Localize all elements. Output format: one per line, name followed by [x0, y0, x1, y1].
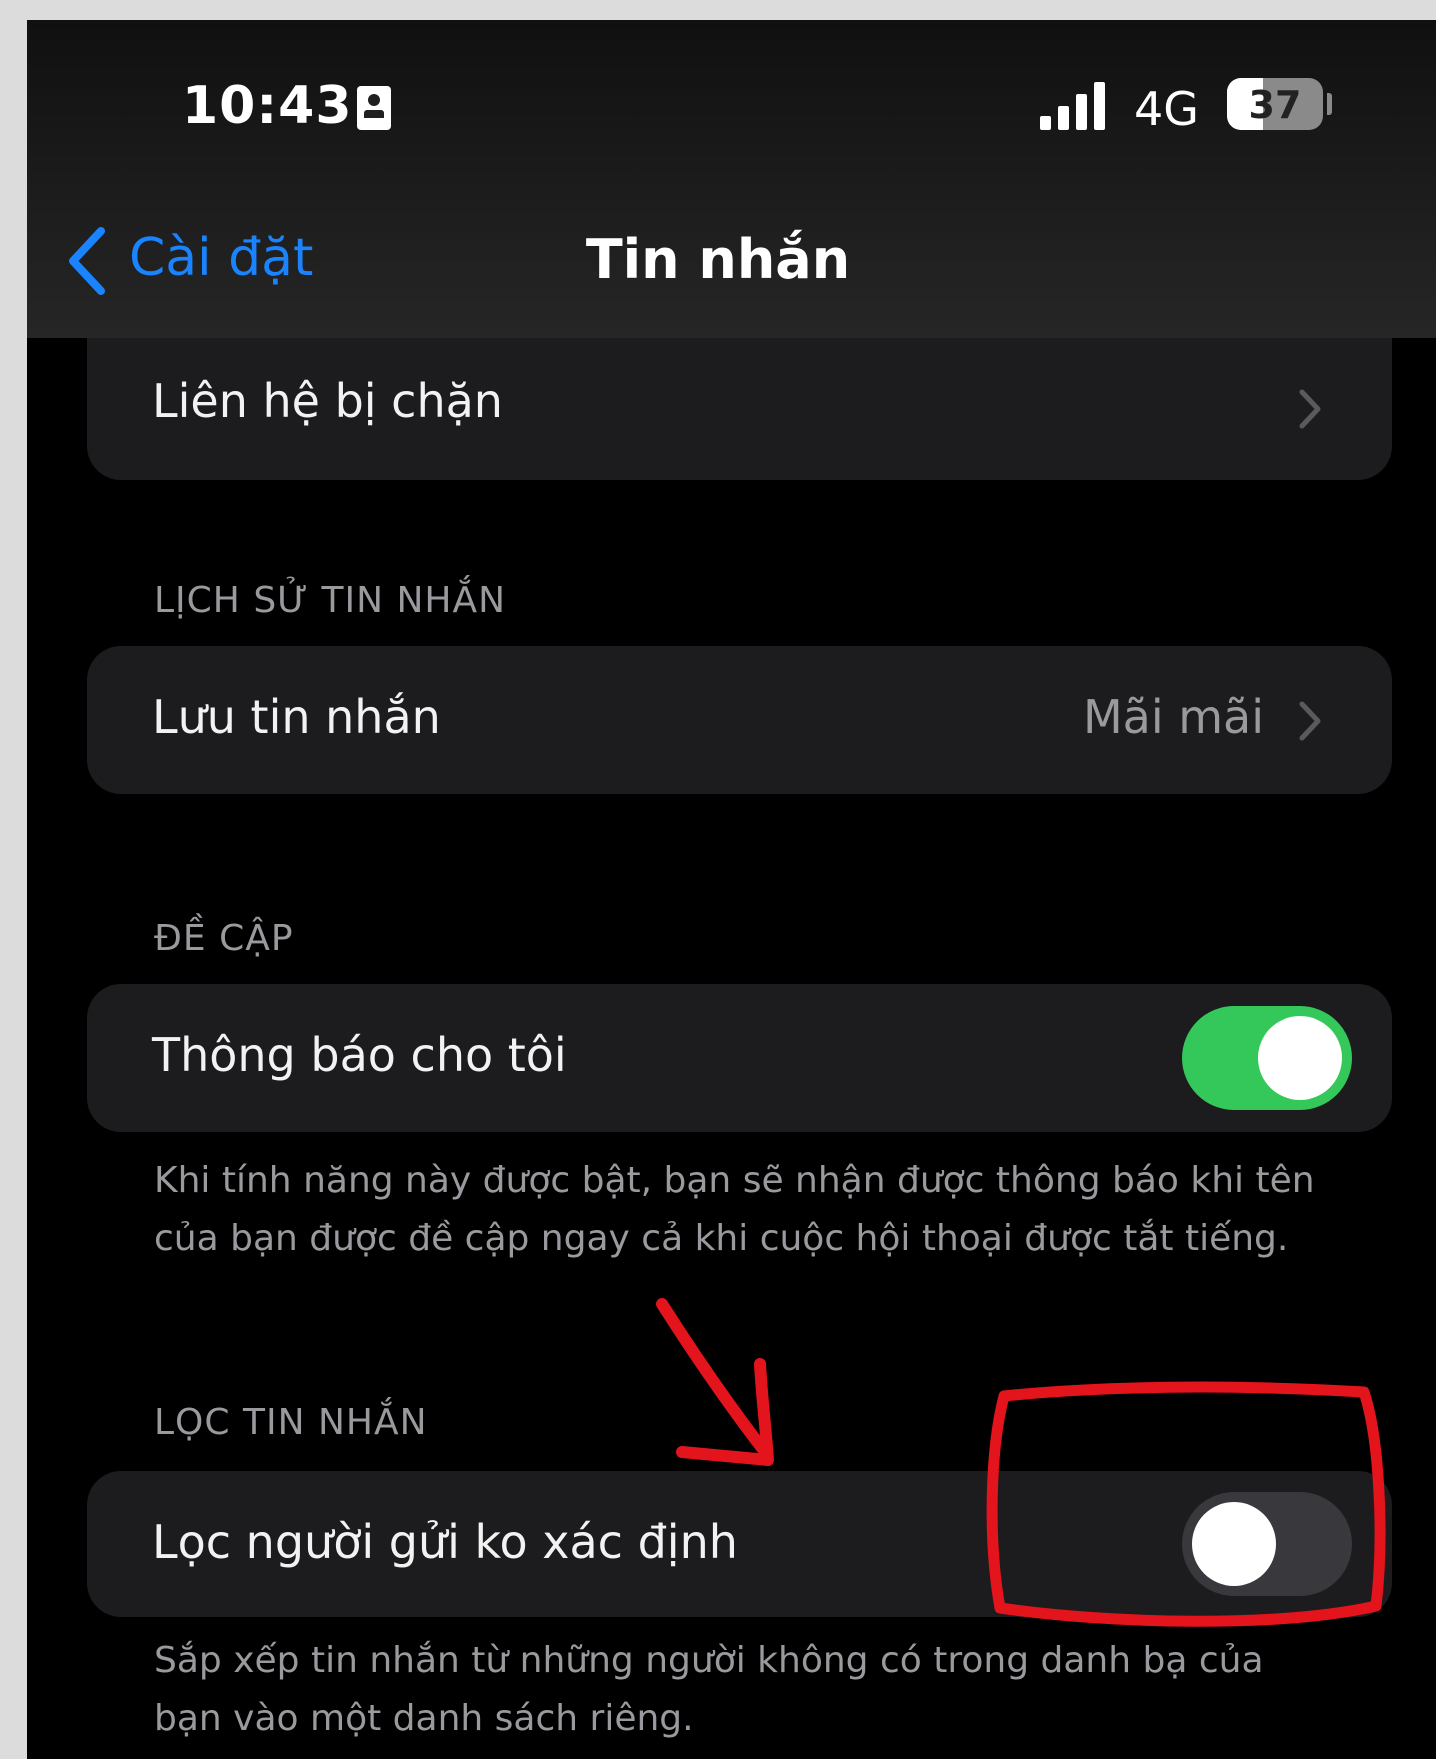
blocked-contacts-row[interactable]: Liên hệ bị chặn	[87, 338, 1392, 480]
keep-messages-value: Mãi mãi	[1082, 690, 1264, 744]
toggle-knob	[1258, 1016, 1342, 1100]
phone-screen: 10:43 4G 37 Tin nhắn Cài đặt Liên hệ bị …	[27, 20, 1436, 1759]
notify-me-label: Thông báo cho tôi	[152, 1028, 567, 1082]
keep-messages-label: Lưu tin nhắn	[152, 690, 441, 744]
keep-messages-row[interactable]: Lưu tin nhắn Mãi mãi	[87, 646, 1392, 794]
notify-me-row: Thông báo cho tôi	[87, 984, 1392, 1132]
filtering-footnote: Sắp xếp tin nhắn từ những người không có…	[154, 1640, 1264, 1739]
contact-card-icon	[357, 86, 391, 130]
battery-tip	[1327, 93, 1332, 115]
section-header-message-filtering: LỌC TIN NHẮN	[154, 1402, 428, 1443]
section-header-message-history: LỊCH SỬ TIN NHẮN	[154, 580, 507, 621]
battery-icon: 37	[1227, 78, 1323, 130]
cellular-signal-icon	[1040, 82, 1120, 130]
back-chevron-icon[interactable]	[63, 225, 113, 297]
filter-unknown-senders-label: Lọc người gửi ko xác định	[152, 1515, 738, 1569]
section-header-mentions: ĐỀ CẬP	[154, 918, 294, 959]
filter-unknown-senders-row: Lọc người gửi ko xác định	[87, 1471, 1392, 1617]
blocked-contacts-label: Liên hệ bị chặn	[152, 374, 503, 428]
status-time: 10:43	[182, 76, 353, 136]
notify-me-toggle[interactable]	[1182, 1006, 1352, 1110]
mentions-footnote: Khi tính năng này được bật, bạn sẽ nhận …	[154, 1160, 1315, 1259]
network-type: 4G	[1134, 82, 1199, 136]
filter-unknown-senders-toggle[interactable]	[1182, 1492, 1352, 1596]
battery-level: 37	[1248, 83, 1302, 127]
chevron-right-icon	[1299, 701, 1321, 741]
toggle-knob	[1192, 1502, 1276, 1586]
chevron-right-icon	[1299, 389, 1321, 429]
back-button[interactable]: Cài đặt	[129, 228, 313, 288]
